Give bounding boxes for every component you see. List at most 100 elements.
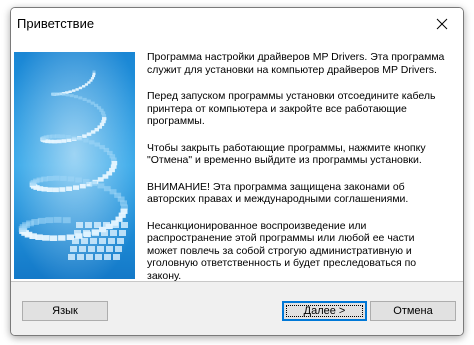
spiral-tile xyxy=(82,97,87,101)
next-button[interactable]: Далее > xyxy=(282,301,367,321)
spiral-tile xyxy=(46,176,54,181)
spiral-tile xyxy=(59,134,66,139)
spiral-tile xyxy=(67,176,75,182)
spiral-tile xyxy=(45,217,54,224)
stack-tile xyxy=(92,230,99,236)
spiral-tile xyxy=(62,93,66,96)
spiral-tile xyxy=(69,94,74,98)
stack-tile xyxy=(97,246,104,252)
cancel-button[interactable]: Отмена xyxy=(370,301,456,321)
spiral-tile xyxy=(60,175,67,181)
dialog-content: Программа настройки драйверов MP Drivers… xyxy=(11,39,463,282)
spiral-tile xyxy=(82,134,87,138)
spiral-tile xyxy=(54,134,61,139)
stack-tile xyxy=(113,254,120,260)
spiral-tile xyxy=(37,217,46,224)
spiral-tile xyxy=(58,235,66,241)
spiral-tile xyxy=(73,185,79,190)
spiral-tile xyxy=(94,142,100,147)
spiral-tile xyxy=(77,136,83,141)
stack-tile xyxy=(103,222,110,228)
spiral-tile xyxy=(86,132,92,136)
title-bar[interactable]: Приветствие xyxy=(11,8,463,39)
stack-tile xyxy=(72,238,79,244)
spiral-tile xyxy=(66,186,73,191)
message-paragraph-copyright: ВНИМАНИЕ! Эта программа защищена законам… xyxy=(147,180,409,206)
message-paragraph-cable: Перед запуском программы установки отсое… xyxy=(147,90,436,127)
stack-tile xyxy=(95,254,102,260)
spiral-tile xyxy=(92,72,96,75)
message-paragraph-close: Чтобы закрыть работающие программы, нажм… xyxy=(147,141,426,167)
stack-tile xyxy=(70,246,77,252)
spiral-cd-graphic xyxy=(14,52,135,279)
spiral-tile xyxy=(75,88,79,91)
spiral-tile xyxy=(92,74,96,78)
spiral-tile xyxy=(65,93,70,97)
stack-tile xyxy=(76,222,83,228)
stack-tile xyxy=(117,238,124,244)
spiral-tile xyxy=(46,187,53,192)
language-button[interactable]: Язык xyxy=(22,301,108,321)
spiral-tile xyxy=(101,114,107,118)
spiral-tile xyxy=(66,138,72,142)
spiral-tile xyxy=(78,86,83,90)
button-bar: Язык Далее > Отмена xyxy=(11,281,463,335)
spiral-tile xyxy=(90,130,96,134)
spiral-tile xyxy=(97,177,104,182)
stack-tile xyxy=(110,230,117,236)
spiral-tile xyxy=(53,216,62,223)
footer-divider xyxy=(11,281,463,282)
focus-rectangle xyxy=(286,305,363,317)
spiral-tile xyxy=(83,138,89,143)
spiral-tile xyxy=(59,187,66,192)
spiral-tile xyxy=(92,70,96,73)
message-paragraph-intro: Программа настройки драйверов MP Drivers… xyxy=(147,51,445,76)
spiral-tile xyxy=(79,183,86,189)
stack-tile xyxy=(106,246,113,252)
stack-tile xyxy=(85,222,92,228)
spiral-tile xyxy=(78,96,83,100)
spiral-tile xyxy=(86,99,91,103)
spiral-tile xyxy=(53,175,60,181)
spiral-tile xyxy=(41,176,48,182)
spiral-tile xyxy=(71,135,77,140)
stack-tile xyxy=(90,238,97,244)
stack-tile xyxy=(88,246,95,252)
stack-tile xyxy=(101,230,108,236)
stack-tile xyxy=(74,230,81,236)
spiral-tile xyxy=(56,139,62,144)
stack-tile xyxy=(68,254,75,260)
spiral-tile xyxy=(49,235,58,241)
stack-tile xyxy=(79,246,86,252)
stack-tile xyxy=(115,246,122,252)
stack-tile xyxy=(83,230,90,236)
spiral-tile xyxy=(61,139,67,143)
stack-tile xyxy=(77,254,84,260)
banner-image xyxy=(14,52,135,279)
spiral-tile xyxy=(82,85,86,88)
stack-tile xyxy=(81,238,88,244)
spiral-tile xyxy=(90,77,94,80)
close-button[interactable] xyxy=(421,8,463,39)
spiral-tile xyxy=(97,183,105,189)
stack-tile xyxy=(104,254,111,260)
stack-tile xyxy=(112,222,119,228)
stack-tile xyxy=(99,238,106,244)
spiral-tile xyxy=(90,180,98,186)
spiral-tile xyxy=(75,177,82,183)
window-title: Приветствие xyxy=(17,16,95,31)
spiral-tile xyxy=(100,111,106,115)
spiral-tile xyxy=(89,140,95,145)
spiral-tile xyxy=(68,90,72,93)
message-paragraph-warning: Несанкционированное воспроизведение или … xyxy=(147,219,417,282)
spiral-tile xyxy=(74,95,78,99)
stack-tile xyxy=(119,230,126,236)
spiral-tile xyxy=(50,134,56,139)
stack-tile xyxy=(108,238,115,244)
spiral-tile xyxy=(72,89,76,92)
close-icon xyxy=(436,18,448,29)
spiral-tile xyxy=(65,135,71,139)
stack-tile xyxy=(121,222,128,228)
welcome-message: Программа настройки драйверов MP Drivers… xyxy=(147,51,447,282)
stack-tile xyxy=(94,222,101,228)
